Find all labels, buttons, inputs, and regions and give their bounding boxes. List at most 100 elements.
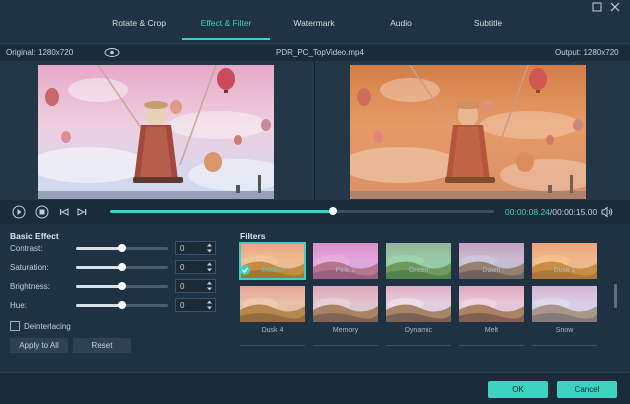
total-time: /00:00:15.00 [549,207,598,217]
maximize-button[interactable] [590,2,604,14]
brightness-slider[interactable] [76,282,168,290]
saturation-slider-handle[interactable] [118,263,126,271]
output-preview-image [350,65,586,199]
saturation-label: Saturation: [10,263,49,272]
preview-divider [314,61,315,200]
contrast-label: Contrast: [10,244,43,253]
filter-row-divider [386,345,451,346]
filter-row-divider [459,345,524,346]
tab-subtitle[interactable]: Subtitle [450,10,526,40]
contrast-slider[interactable] [76,244,168,252]
spin-down-icon[interactable] [205,305,214,311]
basic-effect-title: Basic Effect [10,231,59,241]
filter-snow[interactable] [532,286,597,322]
filter-dynamic[interactable] [386,286,451,322]
filter-dusk-4-preview [240,286,305,322]
play-button[interactable] [12,205,26,219]
filter-melt-label: Melt [484,327,499,334]
brightness-label: Brightness: [10,282,51,291]
original-preview-image [38,65,274,199]
filter-memory-preview [313,286,378,322]
output-resolution: Output: 1280x720 [555,48,619,57]
selected-check-icon [240,265,250,275]
filter-green-label: Green [408,267,429,274]
timeline-slider[interactable] [110,207,494,215]
apply-to-all-button[interactable]: Apply to All [10,338,68,353]
tab-effect-filter[interactable]: Effect & Filter [182,10,270,40]
filter-dynamic-preview [386,286,451,322]
filters-title: Filters [240,231,266,241]
file-name: PDR_PC_TopVideo.mp4 [276,48,364,57]
filter-pink-2-label: Pink 2 [335,267,356,274]
hue-stepper [175,298,216,312]
filter-melt[interactable] [459,286,524,322]
saturation-stepper [175,260,216,274]
brightness-input[interactable] [176,280,206,292]
contrast-slider-fill [76,247,122,250]
contrast-stepper [175,241,216,255]
filters-scrollbar[interactable] [614,284,617,308]
ok-button[interactable]: OK [488,381,548,398]
stop-icon [35,205,49,219]
preview-area [0,61,630,200]
skip-back-icon [60,208,69,216]
brightness-slider-fill [76,285,122,288]
skip-forward-icon [77,208,87,216]
reset-button[interactable]: Reset [73,338,131,353]
filter-dynamic-label: Dynamic [404,327,433,334]
saturation-input[interactable] [176,261,206,273]
original-resolution: Original: 1280x720 [6,48,74,57]
close-button[interactable] [608,2,622,14]
timeline-handle[interactable] [328,207,337,215]
contrast-slider-handle[interactable] [118,244,126,252]
filter-dawn-label: Dawn [482,267,501,274]
filter-dusk-1-label: Dusk 1 [553,267,576,274]
close-icon [610,2,620,12]
output-preview [350,65,586,199]
spin-down-icon[interactable] [205,286,214,292]
spin-down-icon[interactable] [205,248,214,254]
tab-rotate-crop[interactable]: Rotate & Crop [94,10,184,40]
deinterlacing-label: Deinterlacing [24,322,71,331]
volume-icon [601,206,613,218]
checkmark-icon [242,267,249,273]
player-controls: 00:00:08.24/00:00:15.00 [0,200,630,224]
eye-icon[interactable] [104,47,120,58]
filter-dusk-4-label: Dusk 4 [261,327,284,334]
tab-audio[interactable]: Audio [364,10,438,40]
next-frame-button[interactable] [75,205,89,219]
maximize-icon [592,2,602,12]
current-time: 00:00:08.24 [505,207,550,217]
timeline-progress [110,210,333,213]
preview-header: Original: 1280x720 PDR_PC_TopVideo.mp4 O… [0,43,630,61]
hue-slider[interactable] [76,301,168,309]
cancel-button[interactable]: Cancel [557,381,617,398]
filter-memory[interactable] [313,286,378,322]
hue-input[interactable] [176,299,206,311]
brightness-slider-handle[interactable] [118,282,126,290]
filter-snow-label: Snow [555,327,574,334]
saturation-slider[interactable] [76,263,168,271]
footer: OK Cancel [0,372,630,404]
previous-frame-button[interactable] [57,205,71,219]
hue-label: Hue: [10,301,27,310]
filter-dusk-4[interactable] [240,286,305,322]
filter-melt-preview [459,286,524,322]
brightness-stepper [175,279,216,293]
filter-snow-preview [532,286,597,322]
filter-row-divider [532,345,597,346]
tab-watermark[interactable]: Watermark [274,10,354,40]
title-bar: Rotate & Crop Effect & Filter Watermark … [0,0,630,42]
filter-row-divider [313,345,378,346]
stop-button[interactable] [35,205,49,219]
filter-row-divider [240,345,305,346]
saturation-slider-fill [76,266,122,269]
play-icon [12,205,26,219]
contrast-input[interactable] [176,242,206,254]
spin-down-icon[interactable] [205,267,214,273]
volume-button[interactable] [599,205,613,219]
time-display: 00:00:08.24/00:00:15.00 [505,207,597,217]
hue-slider-handle[interactable] [118,301,126,309]
deinterlacing-checkbox[interactable] [10,321,20,331]
filter-memory-label: Memory [332,327,359,334]
